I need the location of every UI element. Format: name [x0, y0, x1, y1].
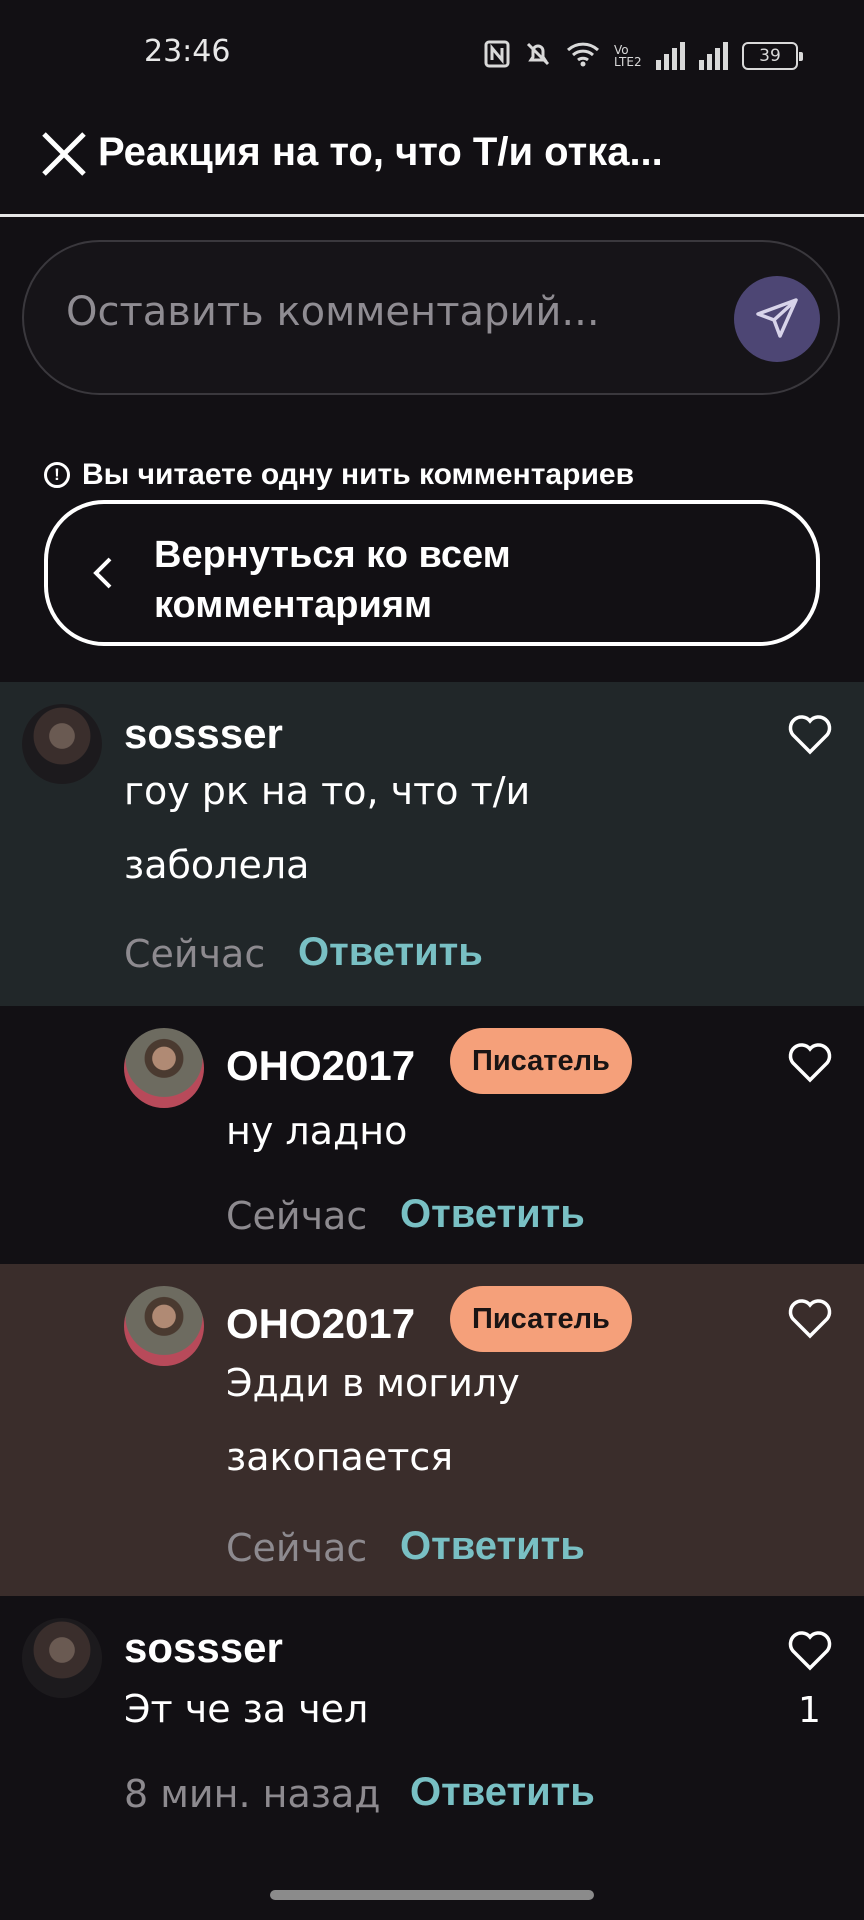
comment-text: Эдди в могилу закопается: [226, 1361, 520, 1479]
volte-label: Vo LTE2: [614, 43, 642, 69]
chevron-left-icon: [92, 556, 114, 594]
reply-button[interactable]: Ответить: [410, 1770, 595, 1815]
battery-indicator: 39: [742, 42, 803, 70]
comment-time: Сейчас: [226, 1526, 368, 1570]
close-icon[interactable]: [38, 128, 90, 180]
comment-time: Сейчас: [124, 932, 266, 976]
signal-icon-2: [699, 42, 728, 70]
comment-text: ну ладно: [226, 1109, 408, 1153]
comment-item: sossser гоу рк на то, что т/и заболела С…: [0, 682, 864, 1006]
home-indicator[interactable]: [270, 1890, 594, 1900]
comment-username[interactable]: sossser: [124, 710, 283, 758]
reply-button[interactable]: Ответить: [400, 1524, 585, 1569]
page-title: Реакция на то, что Т/и отка...: [98, 130, 663, 174]
send-icon: [756, 298, 798, 338]
heart-icon[interactable]: [786, 712, 834, 756]
comment-input[interactable]: Оставить комментарий...: [22, 240, 840, 395]
comment-time: 8 мин. назад: [124, 1772, 381, 1816]
header: Реакция на то, что Т/и отка...: [0, 110, 864, 215]
back-to-all-comments-button[interactable]: Вернуться ко всем комментариям: [44, 500, 820, 646]
comment-item: OHO2017 Писатель ну ладно Сейчас Ответит…: [0, 1006, 864, 1264]
comment-text: Эт че за чел: [124, 1687, 369, 1731]
heart-icon[interactable]: [786, 1040, 834, 1084]
avatar[interactable]: [22, 704, 102, 784]
comment-username[interactable]: OHO2017: [226, 1042, 415, 1090]
reply-button[interactable]: Ответить: [298, 930, 483, 975]
status-time: 23:46: [144, 34, 231, 69]
back-button-label: Вернуться ко всем комментариям: [154, 534, 511, 626]
comment-item: sossser 1 Эт че за чел 8 мин. назад Отве…: [0, 1596, 864, 1876]
thread-notice: ! Вы читаете одну нить комментариев: [44, 458, 634, 492]
avatar[interactable]: [22, 1618, 102, 1698]
info-icon: !: [44, 462, 70, 488]
writer-badge: Писатель: [450, 1286, 632, 1352]
avatar[interactable]: [124, 1028, 204, 1108]
comment-time: Сейчас: [226, 1194, 368, 1238]
writer-badge: Писатель: [450, 1028, 632, 1094]
mute-bell-icon: [524, 40, 552, 72]
nfc-icon: [484, 40, 510, 72]
thread-notice-text: Вы читаете одну нить комментариев: [82, 458, 635, 491]
status-bar: 23:46 Vo LTE2 39: [0, 0, 864, 110]
comment-text: гоу рк на то, что т/и заболела: [124, 769, 531, 887]
like-count: 1: [798, 1690, 821, 1731]
heart-icon[interactable]: [786, 1628, 834, 1672]
reply-button[interactable]: Ответить: [400, 1192, 585, 1237]
comment-username[interactable]: OHO2017: [226, 1300, 415, 1348]
header-divider: [0, 214, 864, 217]
comment-username[interactable]: sossser: [124, 1624, 283, 1672]
signal-icon: [656, 42, 685, 70]
status-icons: Vo LTE2 39: [484, 40, 803, 72]
send-button[interactable]: [734, 276, 820, 362]
comment-input-placeholder[interactable]: Оставить комментарий...: [66, 289, 600, 335]
comment-item: OHO2017 Писатель Эдди в могилу закопаетс…: [0, 1264, 864, 1596]
avatar[interactable]: [124, 1286, 204, 1366]
heart-icon[interactable]: [786, 1296, 834, 1340]
wifi-icon: [566, 41, 600, 71]
